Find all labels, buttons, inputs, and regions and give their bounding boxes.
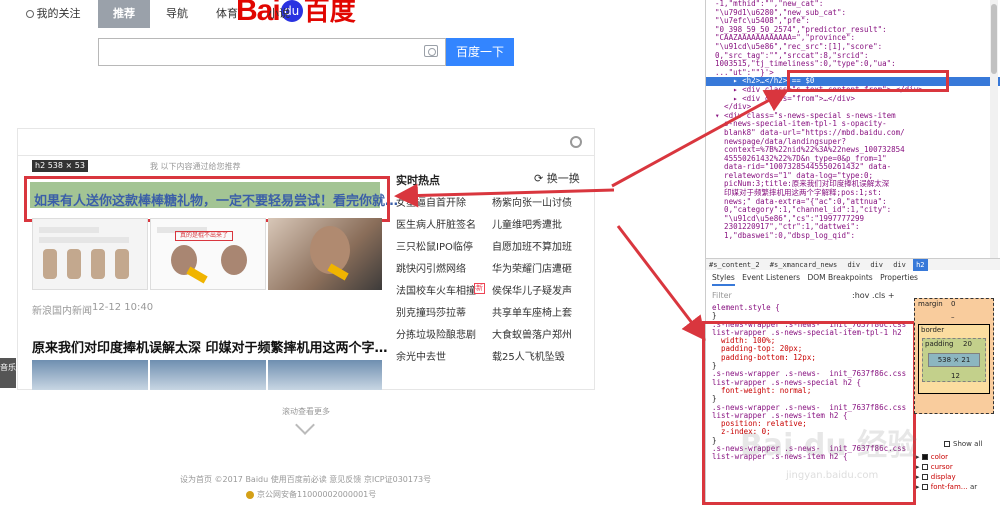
- tab-dom-breakpoints[interactable]: DOM Breakpoints: [807, 272, 872, 284]
- watermark: Bai du 经验: [740, 428, 918, 463]
- crumb[interactable]: div: [890, 259, 909, 271]
- news-time: 12-12 10:40: [92, 302, 154, 313]
- tab-properties[interactable]: Properties: [880, 272, 918, 284]
- police-badge-icon: [246, 490, 254, 499]
- hot-item[interactable]: 三只松鼠IPO临停: [396, 238, 473, 253]
- hot-item[interactable]: 载25人飞机坠毁: [492, 348, 565, 363]
- hot-item[interactable]: 跳快闪引燃网络: [396, 260, 466, 275]
- hot-item[interactable]: 儿童维吧秀遭批: [492, 216, 562, 231]
- tab-event-listeners[interactable]: Event Listeners: [742, 272, 800, 284]
- computed-row[interactable]: ▸ cursor: [916, 462, 1000, 472]
- hot-item[interactable]: 自愿加班不算加班: [492, 238, 572, 253]
- dom-line[interactable]: 1,"dbaswei":0,"dbsp_log_qid":: [706, 231, 1000, 241]
- styles-filter-input[interactable]: Filter: [712, 291, 732, 300]
- dom-tree[interactable]: -1,"mthid":"","new_cat": "\u79d1\u6280",…: [706, 0, 1000, 258]
- thumb-divider: [148, 360, 150, 390]
- hot-item[interactable]: 法国校车火车相撞: [396, 282, 476, 297]
- side-music-tab[interactable]: 音乐: [0, 358, 16, 388]
- boxmodel-padding-label: padding: [925, 340, 954, 348]
- tab-recommend[interactable]: 推荐: [98, 0, 150, 28]
- annotation-box-dom: [787, 70, 949, 92]
- news-image-1[interactable]: [32, 218, 148, 290]
- annotation-box-headline: [24, 176, 390, 222]
- tab-nav[interactable]: 导航: [160, 0, 194, 28]
- tooltip-size: 538 × 53: [47, 161, 85, 170]
- hot-item[interactable]: 大食蚁兽落户郑州: [492, 326, 572, 341]
- hot-item[interactable]: 杨紫向张一山讨债: [492, 194, 572, 209]
- logo-cn: 百度: [303, 0, 356, 24]
- boxmodel-border-label: border: [921, 326, 945, 334]
- boxmodel-content[interactable]: 538 × 21: [928, 353, 980, 367]
- refresh-button[interactable]: ⟳ 换一换: [534, 170, 580, 186]
- crumb[interactable]: #s_content_2: [706, 259, 763, 271]
- chevron-down-icon[interactable]: [295, 415, 315, 435]
- watermark-url: jingyan.baidu.com: [786, 470, 879, 481]
- crumb[interactable]: #s_xmancard_news: [767, 259, 840, 271]
- news-headline-2[interactable]: 原来我们对印度捧机误解太深 印媒对于频繁摔机用这两个字…: [32, 337, 388, 356]
- boxmodel-padding-bottom[interactable]: 12: [951, 372, 960, 380]
- baidu-logo[interactable]: Bai du 百度: [236, 0, 376, 24]
- thumb-divider: [266, 360, 268, 390]
- boxmodel-margin-top[interactable]: 0: [951, 300, 955, 308]
- tab-sports[interactable]: 体育: [210, 0, 244, 28]
- inspect-tooltip: h2 538 × 53: [32, 160, 88, 172]
- tab-novel[interactable]: 小说: [262, 0, 296, 28]
- news-thumbnails[interactable]: [32, 360, 382, 390]
- hov-cls-buttons[interactable]: :hov .cls +: [852, 291, 895, 300]
- news-image-3[interactable]: [268, 218, 382, 290]
- refresh-label: 换一换: [546, 172, 580, 185]
- computed-row[interactable]: ▸ font-fam… ar: [916, 482, 1000, 492]
- search-input[interactable]: [98, 38, 446, 66]
- tab-styles[interactable]: Styles: [712, 272, 735, 286]
- search-button[interactable]: 百度一下: [446, 38, 514, 66]
- news-image-2[interactable]: 真的是棍不出来了: [150, 218, 266, 290]
- hot-item[interactable]: 侯保华儿子疑发声: [492, 282, 572, 297]
- boxmodel-margin-dash: –: [951, 313, 955, 321]
- hot-item[interactable]: 医生病人肝脏签名: [396, 216, 476, 231]
- hot-item[interactable]: 共享单车座椅上套: [492, 304, 572, 319]
- crumb[interactable]: div: [867, 259, 886, 271]
- hot-item[interactable]: 别克撞玛莎拉蒂: [396, 304, 466, 319]
- feed-tabs: [17, 128, 595, 156]
- tab-label: 我的关注: [36, 7, 81, 20]
- arrow-to-styles: [616, 225, 706, 341]
- hot-item[interactable]: 余光中去世: [396, 348, 446, 363]
- hot-item[interactable]: 分拣垃圾险酿悲剧: [396, 326, 476, 341]
- hot-item[interactable]: 女星逼自首开除: [396, 194, 466, 209]
- boxmodel-margin-label: margin: [918, 300, 943, 308]
- boxmodel-padding-top[interactable]: 20: [963, 340, 972, 348]
- footer-links[interactable]: 设为首页 ©2017 Baidu 使用百度前必读 意见反馈 京ICP证03017…: [180, 474, 431, 485]
- new-badge: 新: [474, 283, 485, 294]
- computed-list[interactable]: ▸ color ▸ cursor ▸ display ▸ font-fam… a…: [916, 436, 1000, 505]
- crumb-current[interactable]: h2: [913, 259, 928, 271]
- refresh-icon: ⟳: [534, 172, 544, 185]
- tooltip-faint: 我 以下内容通过给您推荐: [150, 162, 241, 171]
- footer-beian-text: 京公网安备11000002000001号: [257, 490, 377, 499]
- footer-beian[interactable]: 京公网安备11000002000001号: [246, 489, 376, 500]
- news-source[interactable]: 新浪国内新闻: [32, 302, 92, 317]
- dom-dots[interactable]: ...: [712, 82, 720, 91]
- camera-icon[interactable]: [424, 45, 438, 57]
- style-line: element.style {: [712, 304, 780, 312]
- image-caption: 真的是棍不出来了: [175, 231, 233, 241]
- gear-icon[interactable]: [570, 136, 582, 148]
- hot-title: 实时热点: [396, 174, 440, 187]
- user-icon: [25, 10, 34, 18]
- dom-scroll-thumb[interactable]: [991, 4, 997, 74]
- breadcrumb: #s_content_2 #s_xmancard_news div div di…: [706, 258, 1000, 271]
- computed-row[interactable]: ▸ color: [916, 452, 1000, 462]
- hot-item[interactable]: 华为荣耀门店遭砸: [492, 260, 572, 275]
- crumb[interactable]: div: [844, 259, 863, 271]
- tab-my-follow[interactable]: 我的关注: [18, 0, 88, 28]
- computed-row[interactable]: ▸ display: [916, 472, 1000, 482]
- tooltip-tag: h2: [35, 161, 46, 170]
- styles-subtabs: Styles Event Listeners DOM Breakpoints P…: [712, 272, 923, 286]
